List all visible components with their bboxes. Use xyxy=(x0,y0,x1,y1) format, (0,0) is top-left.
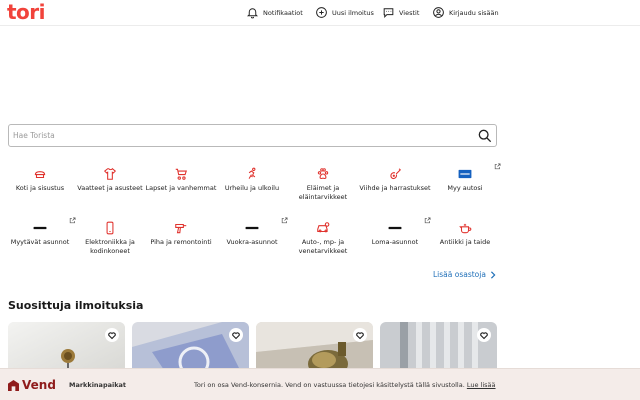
category-myy-autosi[interactable]: Myy autosi xyxy=(427,163,503,193)
category-antiikki[interactable]: Antiikki ja taide xyxy=(427,221,503,247)
category-label: Urheilu ja ulkoilu xyxy=(224,184,280,192)
category-label: Auto-, mp- ja venetarvikkeet xyxy=(298,238,348,255)
category-myytavat-asunnot[interactable]: Myytävät asunnot xyxy=(2,217,78,247)
stroller-icon xyxy=(175,168,187,180)
nav-messages[interactable]: Viestit xyxy=(382,4,419,21)
category-loma-asunnot[interactable]: Loma-asunnot xyxy=(357,217,433,247)
top-header: tori Notifikaatiot Uusi ilmoitus Viestit… xyxy=(0,0,640,26)
search-icon[interactable] xyxy=(477,128,493,144)
partner-logo-icon xyxy=(458,169,472,179)
category-label: Myytävät asunnot xyxy=(10,238,70,246)
shirt-icon xyxy=(103,167,117,180)
category-label: Vaatteet ja asusteet xyxy=(77,184,143,192)
heart-icon[interactable] xyxy=(229,328,243,342)
phone-icon xyxy=(106,221,114,235)
search-input[interactable] xyxy=(13,128,473,143)
heart-icon[interactable] xyxy=(105,328,119,342)
category-urheilu[interactable]: Urheilu ja ulkoilu xyxy=(214,167,290,193)
category-koti-ja-sisustus[interactable]: Koti ja sisustus xyxy=(2,167,78,193)
nav-notifications-label: Notifikaatiot xyxy=(263,8,303,17)
category-vuokra-asunnot[interactable]: Vuokra-asunnot xyxy=(214,217,290,247)
search-bar xyxy=(8,124,497,147)
category-vaatteet[interactable]: Vaatteet ja asusteet xyxy=(72,167,148,193)
heart-icon[interactable] xyxy=(477,328,491,342)
category-elektroniikka[interactable]: Elektroniikka ja kodinkoneet xyxy=(72,221,148,256)
nav-login[interactable]: Kirjaudu sisään xyxy=(432,4,499,21)
read-more-link[interactable]: Lue lisää xyxy=(467,381,496,389)
nav-new-listing-label: Uusi ilmoitus xyxy=(332,8,374,17)
category-label: Antiikki ja taide xyxy=(439,238,491,246)
vend-info-message: Tori on osa Vend-konsernia. Vend on vast… xyxy=(194,381,465,389)
nav-messages-label: Viestit xyxy=(399,8,420,17)
category-label: Loma-asunnot xyxy=(371,238,419,246)
teapot-icon xyxy=(459,223,472,234)
vend-mark-icon xyxy=(8,379,19,391)
more-categories-link[interactable]: Lisää osastoja xyxy=(433,270,496,279)
category-label: Koti ja sisustus xyxy=(15,184,65,192)
car-parts-icon xyxy=(317,222,330,233)
partner-logo-icon xyxy=(33,226,47,230)
drill-icon xyxy=(175,223,187,234)
lamp-icon xyxy=(34,171,46,179)
nav-new-listing[interactable]: Uusi ilmoitus xyxy=(315,4,374,21)
guitar-icon xyxy=(390,168,401,180)
category-auto-tarvikkeet[interactable]: Auto-, mp- ja venetarvikkeet xyxy=(285,221,361,256)
vend-info-bar: Vend Markkinapaikat Tori on osa Vend-kon… xyxy=(0,368,640,400)
category-piha[interactable]: Piha ja remontointi xyxy=(143,221,219,247)
nav-login-label: Kirjaudu sisään xyxy=(449,8,499,17)
partner-logo-icon xyxy=(245,226,259,230)
more-categories-label: Lisää osastoja xyxy=(433,270,486,279)
category-viihde[interactable]: Viihde ja harrastukset xyxy=(357,167,433,193)
category-elaimet[interactable]: Eläimet ja eläintarvikkeet xyxy=(285,167,361,202)
category-label: Lapset ja vanhemmat xyxy=(145,184,217,192)
category-label: Viihde ja harrastukset xyxy=(359,184,431,192)
category-label: Vuokra-asunnot xyxy=(226,238,278,246)
tori-logo[interactable]: tori xyxy=(7,1,46,23)
category-label: Elektroniikka ja kodinkoneet xyxy=(85,238,135,255)
plus-circle-icon xyxy=(316,7,327,18)
user-icon xyxy=(433,7,444,18)
heart-icon[interactable] xyxy=(353,328,367,342)
external-link-icon xyxy=(494,163,501,170)
chevron-right-icon xyxy=(490,270,496,279)
vend-brand-label: Vend xyxy=(22,378,56,392)
bell-icon xyxy=(246,8,259,19)
vend-logo[interactable]: Vend xyxy=(8,378,56,392)
featured-title: Suosittuja ilmoituksia xyxy=(8,299,144,312)
chat-icon xyxy=(383,8,394,19)
vend-subtitle: Markkinapaikat xyxy=(69,381,127,389)
category-label: Eläimet ja eläintarvikkeet xyxy=(298,184,348,201)
category-lapset[interactable]: Lapset ja vanhemmat xyxy=(143,167,219,193)
partner-logo-icon xyxy=(388,226,402,230)
runner-icon xyxy=(248,167,256,179)
category-label: Piha ja remontointi xyxy=(150,238,212,246)
nav-notifications[interactable]: Notifikaatiot xyxy=(246,4,303,21)
paw-icon xyxy=(317,168,329,179)
vend-info-text: Tori on osa Vend-konsernia. Vend on vast… xyxy=(194,381,496,389)
category-label: Myy autosi xyxy=(447,184,483,192)
